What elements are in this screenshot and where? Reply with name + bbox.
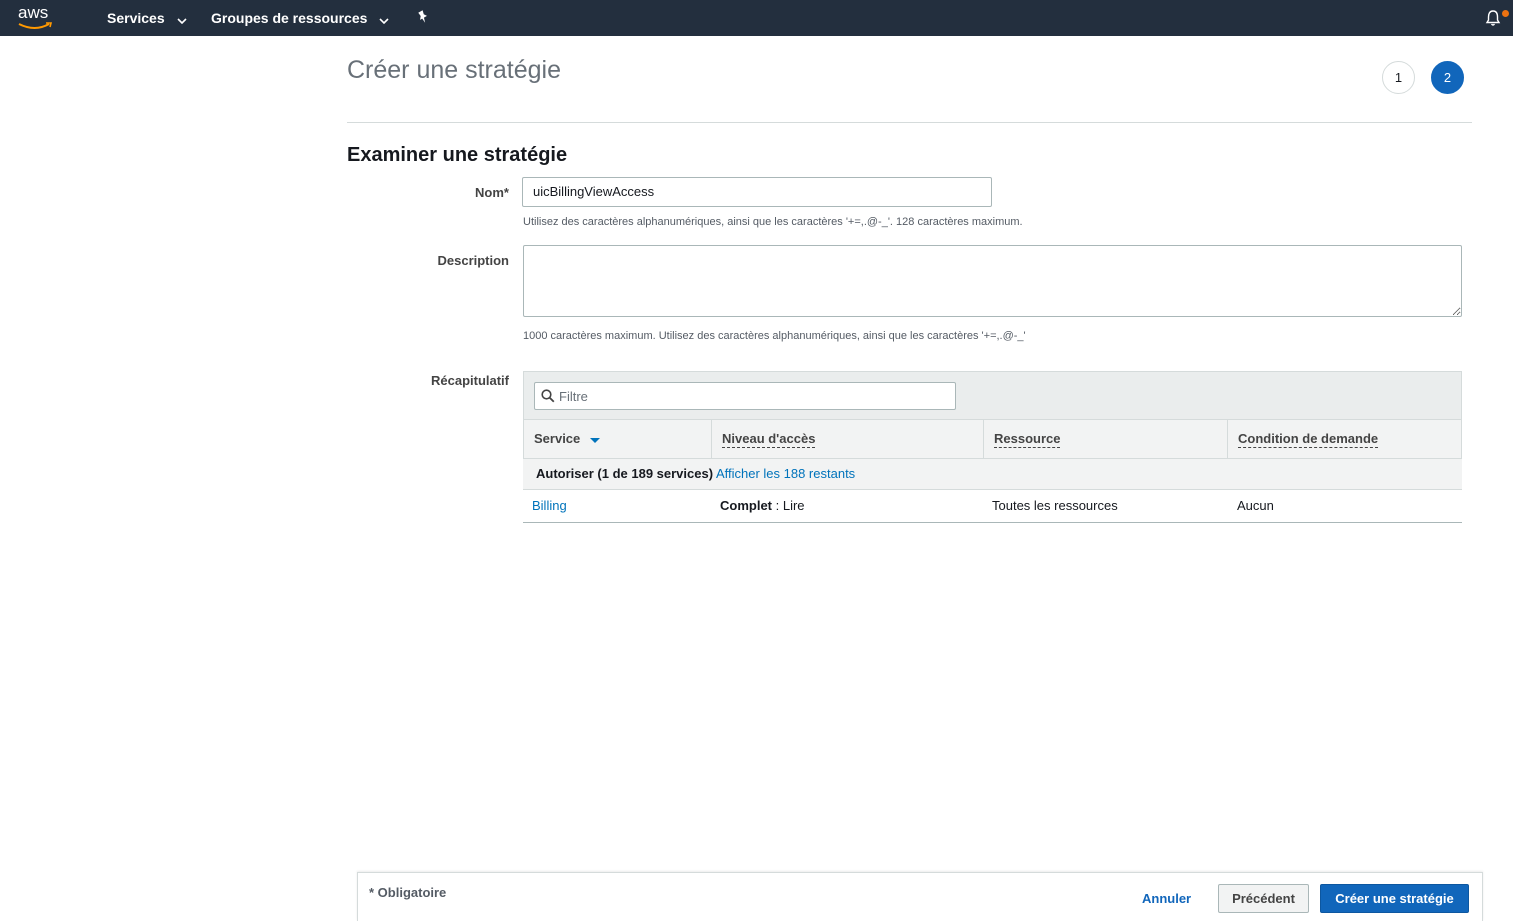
group-allow-text: Autoriser (1 de 189 services)	[536, 466, 714, 481]
pin-icon[interactable]	[416, 10, 430, 29]
filter-placeholder: Filtre	[559, 389, 588, 404]
step-indicator-1[interactable]: 1	[1382, 61, 1415, 94]
footer-action-bar: * Obligatoire Annuler Précédent Créer un…	[357, 872, 1483, 921]
section-title: Examiner une stratégie	[347, 144, 568, 166]
column-header-resource-label: Ressource	[994, 431, 1061, 448]
show-remaining-link[interactable]: Afficher les 188 restants	[716, 466, 855, 481]
top-navigation-bar: aws Services Groupes de ressources	[0, 0, 1513, 36]
column-header-access-level[interactable]: Niveau d'accès	[712, 420, 984, 458]
required-note: * Obligatoire	[369, 885, 447, 900]
description-field[interactable]	[523, 245, 1462, 317]
column-header-request-condition-label: Condition de demande	[1238, 431, 1379, 448]
services-menu-label: Services	[107, 10, 165, 26]
access-level-rest: : Lire	[772, 498, 805, 513]
aws-logo-text: aws	[18, 3, 49, 22]
column-header-service[interactable]: Service	[524, 420, 712, 458]
column-header-request-condition[interactable]: Condition de demande	[1228, 420, 1461, 458]
column-header-access-level-label: Niveau d'accès	[722, 431, 816, 448]
resource-cell: Toutes les ressources	[992, 498, 1118, 513]
table-header: Service Niveau d'accès Ressource Conditi…	[523, 419, 1462, 459]
search-icon	[541, 389, 555, 403]
page-title: Créer une stratégie	[347, 56, 562, 84]
name-label: Nom*	[475, 185, 509, 200]
description-label: Description	[437, 253, 509, 268]
notification-badge	[1502, 10, 1509, 17]
filter-bar: Filtre	[523, 371, 1462, 420]
access-level-bold: Complet	[720, 498, 772, 513]
filter-input[interactable]: Filtre	[534, 382, 956, 410]
description-hint: 1000 caractères maximum. Utilisez des ca…	[523, 330, 1026, 342]
divider	[347, 122, 1472, 123]
name-hint: Utilisez des caractères alphanumériques,…	[523, 216, 1023, 228]
cancel-button[interactable]: Annuler	[1142, 891, 1191, 906]
table-row: Billing Complet : Lire Toutes les ressou…	[523, 490, 1462, 523]
aws-logo[interactable]: aws	[16, 3, 56, 33]
service-link[interactable]: Billing	[532, 498, 567, 513]
table-group-row: Autoriser (1 de 189 services) Afficher l…	[523, 459, 1462, 490]
aws-smile-icon	[18, 22, 53, 29]
sort-descending-icon	[589, 421, 600, 459]
summary-label: Récapitulatif	[430, 373, 509, 388]
access-level-cell: Complet : Lire	[720, 498, 805, 513]
step-indicator-2: 2	[1431, 61, 1464, 94]
resource-groups-menu-label: Groupes de ressources	[211, 10, 368, 26]
name-input[interactable]: uicBillingViewAccess	[522, 177, 992, 207]
resource-groups-menu[interactable]: Groupes de ressources	[211, 9, 389, 27]
column-header-service-label: Service	[534, 431, 581, 446]
create-policy-button[interactable]: Créer une stratégie	[1320, 884, 1469, 913]
chevron-down-icon	[176, 10, 187, 28]
column-header-resource[interactable]: Ressource	[984, 420, 1228, 458]
condition-cell: Aucun	[1237, 498, 1274, 513]
services-menu[interactable]: Services	[107, 9, 187, 27]
bell-icon[interactable]	[1485, 9, 1501, 32]
summary-table: Filtre Service Niveau d'accès Ressource …	[523, 371, 1462, 523]
previous-button[interactable]: Précédent	[1218, 884, 1309, 913]
chevron-down-icon	[379, 10, 389, 28]
